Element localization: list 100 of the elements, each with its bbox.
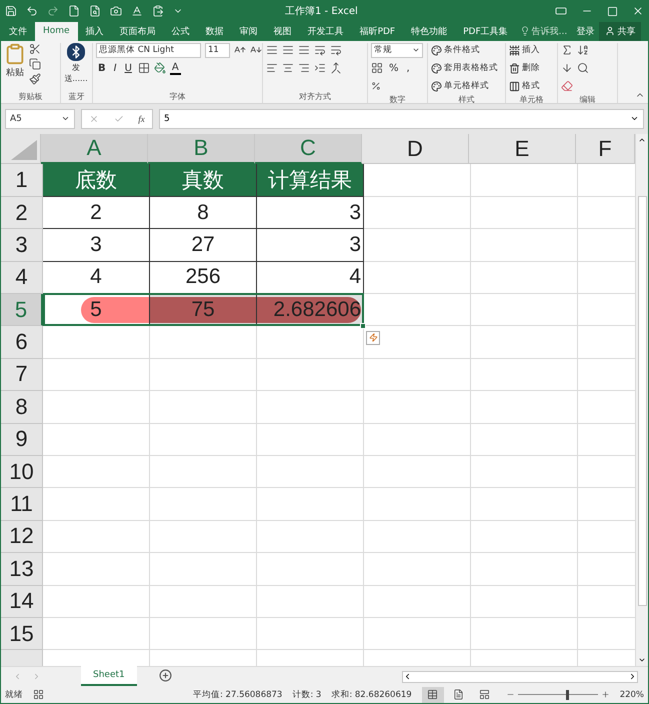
underline-button[interactable]: U: [122, 62, 134, 74]
table-cell: 4: [257, 262, 364, 294]
grid-icon: [427, 689, 438, 700]
sheet-tab[interactable]: Sheet1: [81, 666, 137, 686]
cut-icon: [29, 42, 41, 55]
align-top-icon: [266, 44, 278, 56]
align-middle-icon: [282, 44, 294, 56]
row-header[interactable]: 15: [1, 618, 43, 650]
row-header[interactable]: 1: [1, 164, 43, 197]
column-header[interactable]: F: [576, 134, 635, 164]
table-cell: 256: [150, 262, 257, 294]
row-header[interactable]: 4: [1, 262, 43, 294]
number-format-field[interactable]: 常规: [371, 42, 423, 58]
status-text: 就绪: [5, 688, 23, 701]
row-header[interactable]: 7: [1, 358, 43, 392]
column-header[interactable]: E: [469, 134, 576, 164]
new-file-icon: [68, 5, 80, 18]
row-header[interactable]: 9: [1, 424, 43, 456]
ribbon-tab[interactable]: 视图: [266, 22, 300, 41]
ribbon-tab[interactable]: 开发工具: [300, 22, 352, 41]
group-label: 单元格: [518, 94, 544, 105]
cells-menu-button[interactable]: 删除: [509, 60, 540, 76]
maximize-icon: [607, 6, 618, 17]
ribbon-tab[interactable]: 审阅: [232, 22, 266, 41]
ribbon-tab[interactable]: 福昕PDF: [352, 22, 404, 41]
column-header[interactable]: C: [255, 134, 362, 164]
tell-me-placeholder: 告诉我...: [532, 26, 568, 38]
ribbon-tab[interactable]: 特色功能: [403, 22, 456, 41]
fill-handle[interactable]: [360, 322, 366, 329]
format-painter-icon: [29, 72, 41, 85]
format-cells-icon: [509, 80, 520, 92]
quick-analysis-button[interactable]: [366, 330, 380, 345]
table-cell: 2.682606: [257, 294, 364, 326]
paste-button[interactable]: 粘贴: [4, 42, 26, 91]
cells-menu-button[interactable]: 插入: [509, 42, 540, 58]
function-label: fx: [138, 114, 145, 124]
percent-button[interactable]: %: [387, 62, 401, 74]
row-header[interactable]: 12: [1, 520, 43, 554]
zoom-in-icon: [600, 690, 610, 700]
cancel-icon: [89, 114, 100, 124]
next-sheet-icon: [32, 672, 41, 682]
eraser-icon: [561, 80, 573, 92]
send-button[interactable]: 发送......: [64, 42, 88, 91]
name-box[interactable]: A5: [5, 108, 75, 129]
row-header[interactable]: 11: [1, 488, 43, 521]
group-label: 对齐方式: [298, 90, 332, 103]
ribbon-tab[interactable]: 数据: [198, 22, 232, 41]
copy-icon: [29, 58, 41, 70]
row-header[interactable]: 14: [1, 586, 43, 618]
zoom-thumb[interactable]: [566, 690, 569, 700]
ribbon-tab[interactable]: 插入: [78, 22, 112, 41]
previous-sheet-icon: [13, 672, 22, 682]
italic-button[interactable]: I: [112, 62, 119, 74]
group-label: 数字: [388, 94, 406, 105]
paste-icon: [152, 5, 164, 18]
table-cell: 8: [150, 196, 257, 230]
comma-button[interactable]: ,: [404, 62, 412, 74]
ribbon-tab[interactable]: 公式: [164, 22, 198, 41]
align-bottom-icon: [298, 44, 310, 56]
window-title: 工作簿1 - Excel: [285, 5, 359, 18]
column-header[interactable]: D: [362, 134, 469, 164]
table-cell: 75: [150, 294, 257, 326]
login-button[interactable]: 登录: [571, 22, 600, 41]
ribbon-tab[interactable]: 文件: [1, 22, 35, 41]
add-sheet-icon: [158, 669, 172, 682]
ribbon-tab[interactable]: 页面布局: [112, 22, 164, 41]
tell-me-field[interactable]: 告诉我...: [516, 22, 572, 41]
font-color-button[interactable]: A: [170, 62, 181, 75]
column-title-cell: 真数: [150, 164, 257, 197]
align-right-icon: [298, 62, 310, 74]
horizontal-scrollbar[interactable]: [402, 670, 638, 683]
font-name-field[interactable]: 思源黑体 CN Light: [96, 42, 201, 58]
style-menu-button[interactable]: 单元格样式: [431, 78, 498, 94]
row-header[interactable]: 5: [1, 294, 43, 326]
table-cell: 4: [43, 262, 150, 294]
style-menu-button[interactable]: 套用表格格式: [431, 60, 498, 76]
row-header[interactable]: 3: [1, 229, 43, 262]
share-button[interactable]: 共享: [599, 22, 642, 41]
formula-field[interactable]: 5: [159, 108, 644, 129]
style-menu-button[interactable]: 条件格式: [431, 42, 498, 58]
column-title-cell: 计算结果: [257, 164, 364, 197]
view-button[interactable]: [422, 686, 444, 703]
ribbon-tab[interactable]: PDF工具集: [455, 22, 516, 41]
ribbon-tab[interactable]: Home: [35, 22, 78, 41]
font-size-field[interactable]: 11: [205, 42, 230, 58]
row-header[interactable]: 2: [1, 196, 43, 230]
table-cell: 2: [43, 196, 150, 230]
bold-button[interactable]: B: [96, 62, 108, 74]
table-cell: 3: [43, 229, 150, 262]
cells-menu-button[interactable]: 格式: [509, 78, 540, 94]
row-header[interactable]: 8: [1, 391, 43, 424]
row-header[interactable]: 10: [1, 456, 43, 488]
column-header[interactable]: B: [148, 134, 255, 164]
align-left-icon: [266, 62, 278, 74]
column-title-cell: 底数: [43, 164, 150, 197]
row-header[interactable]: 13: [1, 553, 43, 586]
fill-icon: [561, 62, 573, 74]
column-header[interactable]: A: [41, 134, 148, 164]
row-header[interactable]: 6: [1, 326, 43, 359]
vertical-scrollbar[interactable]: [635, 134, 648, 666]
